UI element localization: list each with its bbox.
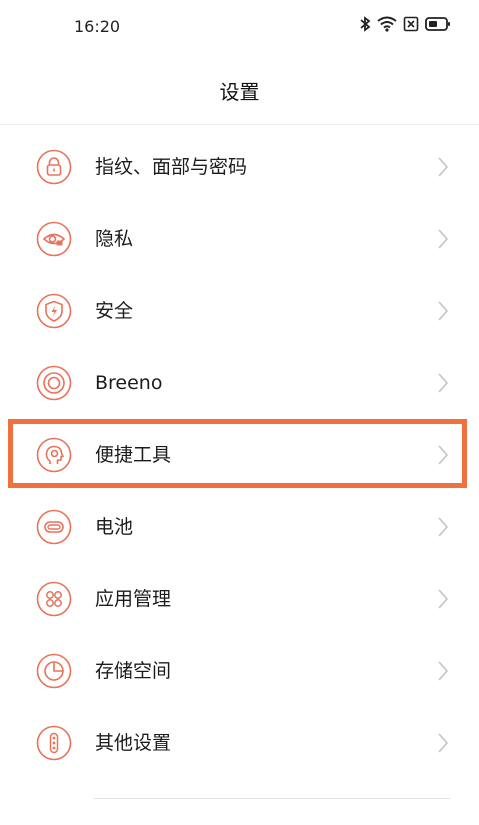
lock-icon [36, 149, 72, 185]
menu-item-privacy[interactable]: 隐私 [0, 203, 479, 275]
chevron-right-icon [437, 588, 449, 610]
chevron-right-icon [437, 660, 449, 682]
menu-item-fingerprint-face-password[interactable]: 指纹、面部与密码 [0, 131, 479, 203]
pie-chart-icon [36, 653, 72, 689]
menu-item-app-management[interactable]: 应用管理 [0, 563, 479, 635]
bluetooth-icon [359, 16, 371, 32]
menu-item-label: 其他设置 [95, 732, 172, 754]
menu-item-other-settings[interactable]: 其他设置 [0, 707, 479, 779]
menu-item-label: 电池 [95, 516, 134, 538]
menu-item-battery[interactable]: 电池 [0, 491, 479, 563]
battery-icon [425, 16, 451, 32]
menu-item-convenience-tools[interactable]: 便捷工具 [0, 419, 479, 491]
menu-item-storage[interactable]: 存储空间 [0, 635, 479, 707]
head-target-icon [36, 437, 72, 473]
chevron-right-icon [437, 444, 449, 466]
menu-item-label: 隐私 [95, 228, 134, 250]
apps-grid-icon [36, 581, 72, 617]
breeno-circle-icon [36, 365, 72, 401]
chevron-right-icon [437, 156, 449, 178]
chevron-right-icon [437, 516, 449, 538]
chevron-right-icon [437, 228, 449, 250]
menu-item-breeno[interactable]: Breeno [0, 347, 479, 419]
menu-item-label: 安全 [95, 300, 134, 322]
battery-icon [36, 509, 72, 545]
bottom-divider [94, 798, 450, 799]
menu-item-label: 存储空间 [95, 660, 172, 682]
header-divider [0, 124, 479, 125]
sim-x-icon [403, 16, 419, 32]
menu-item-label: 指纹、面部与密码 [95, 156, 248, 178]
chevron-right-icon [437, 300, 449, 322]
chevron-right-icon [437, 372, 449, 394]
status-icons [359, 16, 451, 32]
menu-item-label: 便捷工具 [95, 444, 172, 466]
shield-bolt-icon [36, 293, 72, 329]
menu-item-security[interactable]: 安全 [0, 275, 479, 347]
menu-item-label: Breeno [95, 372, 163, 394]
wifi-icon [377, 16, 397, 32]
eye-lock-icon [36, 221, 72, 257]
more-dots-icon [36, 725, 72, 761]
page-title: 设置 [219, 80, 260, 104]
chevron-right-icon [437, 732, 449, 754]
status-bar: 16:20 [0, 0, 479, 52]
settings-menu: 指纹、面部与密码 隐私 安全 Breeno 便捷工具 电池 应用管理 存储空间 … [0, 131, 479, 779]
menu-item-label: 应用管理 [95, 588, 172, 610]
status-time: 16:20 [74, 17, 121, 36]
